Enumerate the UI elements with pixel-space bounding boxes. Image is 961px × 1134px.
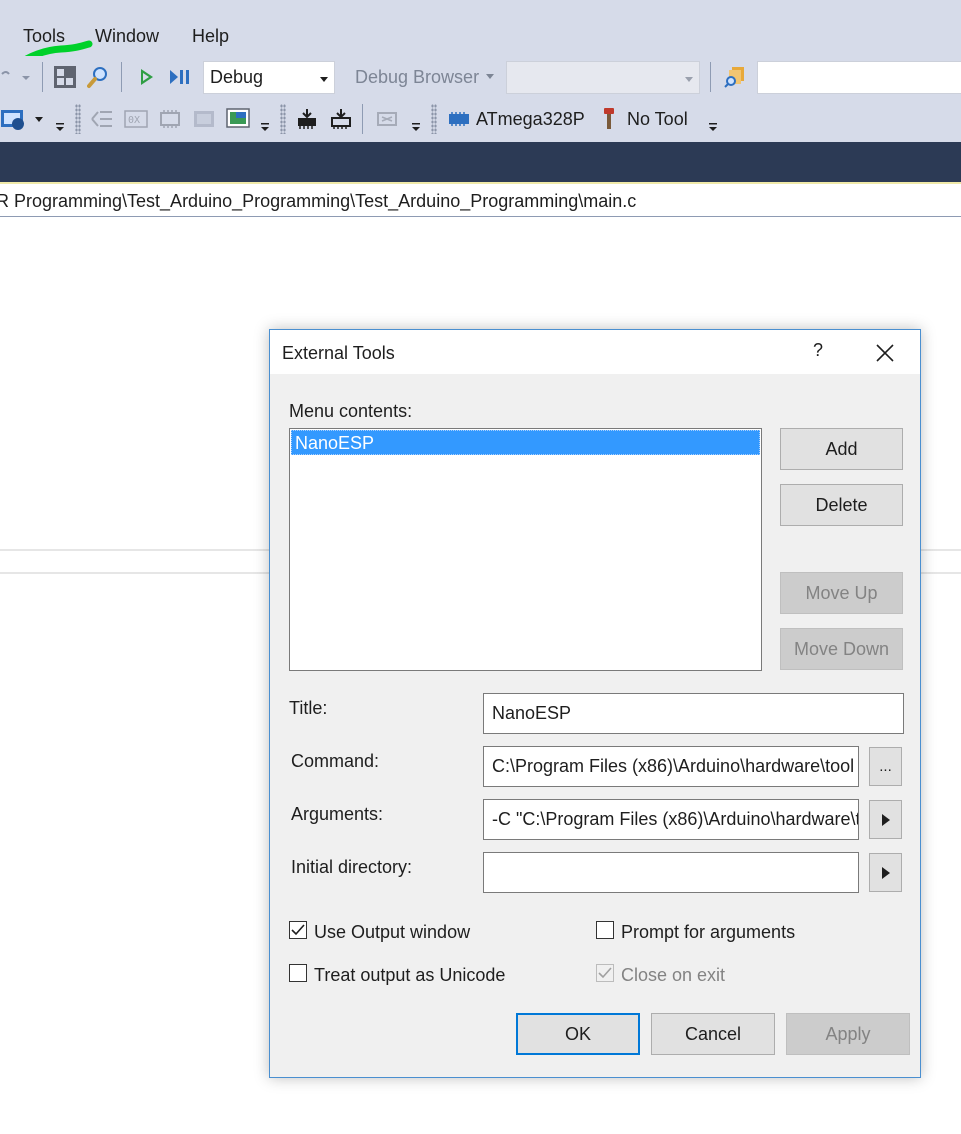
- toolbar-separator: [42, 62, 43, 92]
- title-field[interactable]: NanoESP: [483, 693, 904, 734]
- program-device-icon[interactable]: [294, 106, 320, 132]
- toolbar-overflow-icon[interactable]: [260, 122, 270, 132]
- tool-selector-label[interactable]: No Tool: [627, 109, 688, 130]
- help-button[interactable]: ?: [808, 340, 828, 364]
- apply-button: Apply: [786, 1013, 910, 1055]
- device-programming-icon[interactable]: [0, 106, 30, 132]
- treat-output-unicode-label[interactable]: Treat output as Unicode: [314, 965, 505, 986]
- close-on-exit-label: Close on exit: [621, 965, 726, 985]
- chevron-down-icon: [685, 77, 693, 82]
- title-label: Title:: [289, 698, 328, 718]
- device-chip-icon[interactable]: [446, 106, 472, 132]
- device-settings-icon: [374, 106, 400, 132]
- toolbar-device: 0X ATmega328P No Tool: [0, 98, 961, 142]
- menu-help[interactable]: Help: [192, 26, 229, 47]
- list-item[interactable]: NanoESP: [291, 430, 760, 455]
- ok-button[interactable]: OK: [516, 1013, 640, 1055]
- external-tools-dialog: External Tools ? Menu contents: NanoESP …: [269, 329, 921, 1078]
- tool-hammer-icon[interactable]: [598, 106, 620, 132]
- initial-directory-label: Initial directory:: [291, 857, 413, 877]
- menu-bar: Tools Window Help: [0, 0, 961, 68]
- command-field[interactable]: C:\Program Files (x86)\Arduino\hardware\…: [483, 746, 859, 787]
- solution-configuration-dropdown[interactable]: Debug: [203, 61, 335, 94]
- prompt-for-arguments-checkbox[interactable]: [596, 921, 614, 939]
- solution-explorer-icon[interactable]: [52, 64, 78, 90]
- checkmark-icon: [598, 967, 612, 979]
- toolbar-overflow-icon[interactable]: [708, 122, 718, 132]
- toolbar-separator: [121, 62, 122, 92]
- file-path-text: R Programming\Test_Arduino_Programming\T…: [0, 191, 637, 211]
- document-tab-well: [0, 142, 961, 182]
- browse-command-button[interactable]: ...: [869, 747, 902, 786]
- chip-erase-icon[interactable]: [328, 106, 354, 132]
- command-label: Command:: [291, 751, 380, 771]
- memory-hex-icon: 0X: [123, 106, 149, 132]
- dialog-titlebar[interactable]: External Tools ?: [270, 330, 920, 374]
- menu-window[interactable]: Window: [95, 26, 159, 47]
- file-path-bar: R Programming\Test_Arduino_Programming\T…: [0, 184, 961, 217]
- toolbar-grip[interactable]: [431, 104, 437, 134]
- find-combo-input[interactable]: [757, 61, 961, 94]
- svg-text:0X: 0X: [128, 115, 140, 126]
- processor-icon: [157, 106, 183, 132]
- menu-contents-label: Menu contents:: [289, 401, 413, 421]
- start-debugging-icon[interactable]: [134, 64, 158, 90]
- io-view-icon: [191, 106, 217, 132]
- delete-button[interactable]: Delete: [780, 484, 903, 526]
- toolbar-grip[interactable]: [280, 104, 286, 134]
- arguments-menu-button[interactable]: [869, 800, 902, 839]
- chevron-down-icon[interactable]: [486, 74, 494, 79]
- configuration-value: Debug: [210, 67, 264, 87]
- close-icon[interactable]: [873, 341, 897, 365]
- device-selector-label[interactable]: ATmega328P: [476, 109, 585, 130]
- prompt-for-arguments-label[interactable]: Prompt for arguments: [621, 922, 795, 943]
- disassembly-icon: [89, 106, 115, 132]
- use-output-window-label[interactable]: Use Output window: [314, 922, 470, 943]
- menu-contents-list[interactable]: NanoESP: [289, 428, 762, 671]
- toolbar-separator: [362, 104, 363, 134]
- checkmark-icon: [291, 924, 305, 936]
- initial-directory-field[interactable]: [483, 852, 859, 893]
- find-in-files-icon[interactable]: [722, 64, 748, 90]
- solution-platform-dropdown: [506, 61, 700, 94]
- arguments-label: Arguments:: [291, 804, 384, 824]
- initial-directory-menu-button[interactable]: [869, 853, 902, 892]
- add-button[interactable]: Add: [780, 428, 903, 470]
- arguments-field[interactable]: -C "C:\Program Files (x86)\Arduino\hardw…: [483, 799, 859, 840]
- toolbar-separator: [710, 62, 711, 92]
- toolbar-overflow-icon[interactable]: [55, 122, 65, 132]
- triangle-right-icon: [881, 866, 890, 879]
- find-icon[interactable]: [86, 64, 112, 90]
- debug-browser-label[interactable]: Debug Browser: [355, 67, 479, 88]
- close-on-exit-checkbox: [596, 964, 614, 982]
- treat-output-unicode-checkbox[interactable]: [289, 964, 307, 982]
- dialog-title: External Tools: [282, 343, 395, 363]
- move-down-button: Move Down: [780, 628, 903, 670]
- chevron-down-icon[interactable]: [35, 117, 43, 122]
- start-without-debugging-icon[interactable]: [167, 64, 193, 90]
- redo-icon[interactable]: [0, 64, 34, 90]
- use-output-window-checkbox[interactable]: [289, 921, 307, 939]
- toolbar-standard: Debug Debug Browser: [0, 56, 961, 98]
- triangle-right-icon: [881, 813, 890, 826]
- chevron-down-icon: [320, 77, 328, 82]
- cancel-button[interactable]: Cancel: [651, 1013, 775, 1055]
- toolbar-overflow-icon[interactable]: [411, 122, 421, 132]
- toolbar-grip[interactable]: [75, 104, 81, 134]
- move-up-button: Move Up: [780, 572, 903, 614]
- device-view-icon[interactable]: [225, 106, 251, 132]
